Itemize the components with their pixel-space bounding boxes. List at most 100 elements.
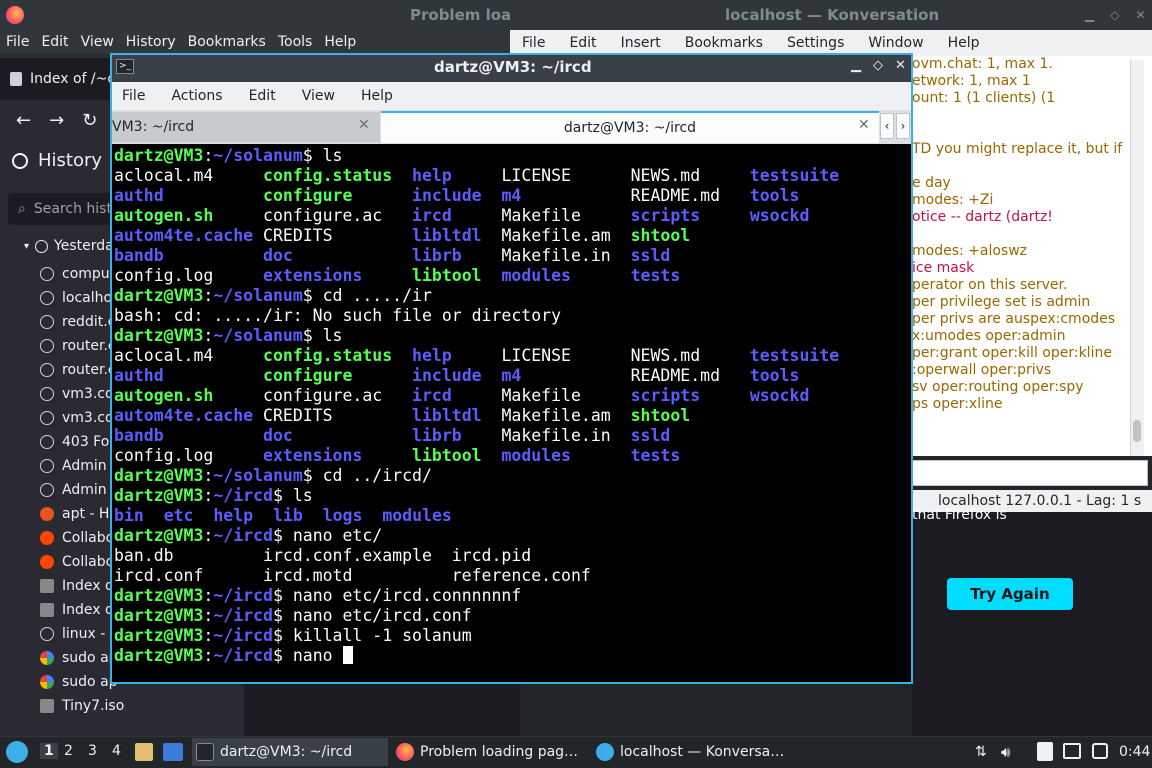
- dir-entry: modules: [382, 506, 452, 525]
- terminal-line: autogen.sh configure.ac ircd Makefile sc…: [114, 206, 839, 226]
- exec-entry: config.status: [263, 346, 393, 365]
- forward-arrow-icon[interactable]: →: [49, 110, 64, 131]
- terminal-line: dartz@VM3:~/solanum$ ls: [114, 326, 839, 346]
- chat-line: ount: 1 (1 clients) (1: [912, 90, 1056, 106]
- close-icon[interactable]: ✕: [895, 58, 906, 73]
- ks-menu-edit[interactable]: Edit: [249, 88, 276, 104]
- chat-line: per privs are auspex:cmodes: [912, 311, 1116, 327]
- display-icon[interactable]: [1063, 743, 1081, 759]
- maximize-icon[interactable]: ◇: [1110, 8, 1119, 22]
- task-firefox-label: Problem loading pag…: [420, 744, 579, 760]
- terminal-text: Makefile.am: [481, 406, 631, 425]
- terminal-text: $ nano etc/: [272, 526, 383, 545]
- kv-menu-file[interactable]: File: [522, 35, 545, 51]
- exec-entry: configure: [263, 186, 353, 205]
- ff-menu-edit[interactable]: Edit: [41, 34, 68, 50]
- kv-menu-insert[interactable]: Insert: [621, 35, 661, 51]
- desktop-3[interactable]: 3: [88, 743, 97, 759]
- clock[interactable]: 0:44: [1119, 744, 1150, 760]
- konsole-tab-1[interactable]: VM3: ~/ircd: [112, 112, 380, 142]
- ks-menu-help[interactable]: Help: [361, 88, 393, 104]
- ff-menu-file[interactable]: File: [6, 34, 29, 50]
- ks-menu-actions[interactable]: Actions: [171, 88, 222, 104]
- ks-menu-file[interactable]: File: [122, 88, 145, 104]
- file-manager-icon[interactable]: [135, 743, 153, 761]
- terminal-text: CREDITS: [253, 406, 413, 425]
- dir-entry: include: [412, 366, 482, 385]
- prompt-path: ~/ircd: [213, 526, 273, 545]
- prompt-path: ~/ircd: [213, 486, 273, 505]
- terminal-text: :: [203, 646, 214, 665]
- kv-menu-help[interactable]: Help: [948, 35, 980, 51]
- ff-menu-view[interactable]: View: [81, 34, 114, 50]
- ks-menu-view[interactable]: View: [302, 88, 335, 104]
- firefox-menubar: File Edit View History Bookmarks Tools H…: [0, 30, 520, 54]
- konversation-message-input[interactable]: [912, 460, 1148, 486]
- prompt-path: ~/solanum: [213, 286, 303, 305]
- desktop-4[interactable]: 4: [112, 743, 121, 759]
- notifications-icon[interactable]: [1092, 743, 1108, 759]
- chat-line: per:grant oper:kill oper:kline: [912, 345, 1112, 361]
- close-icon[interactable]: ✕: [1135, 8, 1145, 22]
- try-again-button[interactable]: Try Again: [947, 578, 1073, 610]
- back-arrow-icon[interactable]: ←: [16, 110, 31, 131]
- terminal-line: dartz@VM3:~/solanum$ cd ../ircd/: [114, 466, 839, 486]
- prompt-path: ~/ircd: [213, 586, 273, 605]
- konversation-scrollbar-thumb[interactable]: [1133, 420, 1141, 442]
- minimize-icon[interactable]: ▁: [851, 58, 861, 73]
- dir-entry: ssld: [630, 246, 671, 265]
- firefox-icon: [6, 6, 24, 24]
- app-launcher-icon[interactable]: [6, 741, 28, 763]
- terminal-text: LICENSE NEWS.md: [451, 166, 750, 185]
- ff-menu-history[interactable]: History: [126, 34, 176, 50]
- terminal-text: LICENSE NEWS.md: [451, 346, 750, 365]
- desktop-1[interactable]: 1: [40, 743, 58, 759]
- terminal-text: Makefile.am: [481, 226, 631, 245]
- chat-line: ovm.chat: 1, max 1.: [912, 56, 1053, 72]
- dir-entry: tests: [630, 266, 681, 285]
- prompt-user: dartz@VM3: [114, 586, 204, 605]
- maximize-icon[interactable]: ◇: [873, 58, 883, 73]
- terminal-text: config.log: [114, 266, 264, 285]
- network-icon[interactable]: ⇅: [975, 744, 987, 760]
- kv-menu-window[interactable]: Window: [868, 35, 923, 51]
- terminal-line: config.log extensions libtool modules te…: [114, 446, 839, 466]
- konversation-scrollbar[interactable]: [1130, 60, 1144, 456]
- task-konversation[interactable]: localhost — Konversa…: [596, 738, 792, 766]
- dir-entry: doc: [263, 426, 293, 445]
- globe-icon: [40, 483, 54, 497]
- ff-menu-help[interactable]: Help: [324, 34, 356, 50]
- minimize-icon[interactable]: ▁: [1085, 8, 1094, 22]
- ff-menu-tools[interactable]: Tools: [278, 34, 313, 50]
- close-icon[interactable]: ✕: [358, 117, 370, 133]
- history-group-yesterday[interactable]: ▾ Yesterday: [24, 238, 122, 254]
- desktop-2[interactable]: 2: [64, 743, 73, 759]
- google-icon: [40, 675, 54, 689]
- volume-icon[interactable]: 🔊︎: [1001, 743, 1010, 761]
- dir-entry: bandb: [114, 246, 164, 265]
- clipboard-icon[interactable]: [1037, 742, 1053, 761]
- close-icon[interactable]: ✕: [858, 117, 870, 133]
- dir-entry: ssld: [630, 426, 671, 445]
- kv-menu-bookmarks[interactable]: Bookmarks: [685, 35, 763, 51]
- terminal-icon: >_: [116, 59, 134, 74]
- konsole-tab-2[interactable]: dartz@VM3: ~/ircd: [381, 111, 879, 143]
- chat-line: otice -- dartz (dartz!: [912, 209, 1053, 225]
- history-item-label: 403 For: [62, 434, 116, 450]
- task-firefox[interactable]: Problem loading pag…: [396, 738, 586, 766]
- chevron-right-icon[interactable]: ›: [896, 113, 910, 139]
- show-desktop-icon[interactable]: [163, 743, 183, 761]
- task-konsole[interactable]: dartz@VM3: ~/ircd: [192, 738, 388, 766]
- kv-menu-settings[interactable]: Settings: [787, 35, 844, 51]
- reload-icon[interactable]: ↻: [82, 110, 97, 131]
- dir-entry: librb: [412, 426, 462, 445]
- kv-menu-edit[interactable]: Edit: [569, 35, 596, 51]
- reddit-icon: [40, 531, 54, 545]
- chat-line: etwork: 1, max 1: [912, 73, 1031, 89]
- history-item[interactable]: Tiny7.iso: [40, 694, 240, 718]
- ff-menu-bookmarks[interactable]: Bookmarks: [188, 34, 266, 50]
- chevron-left-icon[interactable]: ‹: [880, 113, 894, 139]
